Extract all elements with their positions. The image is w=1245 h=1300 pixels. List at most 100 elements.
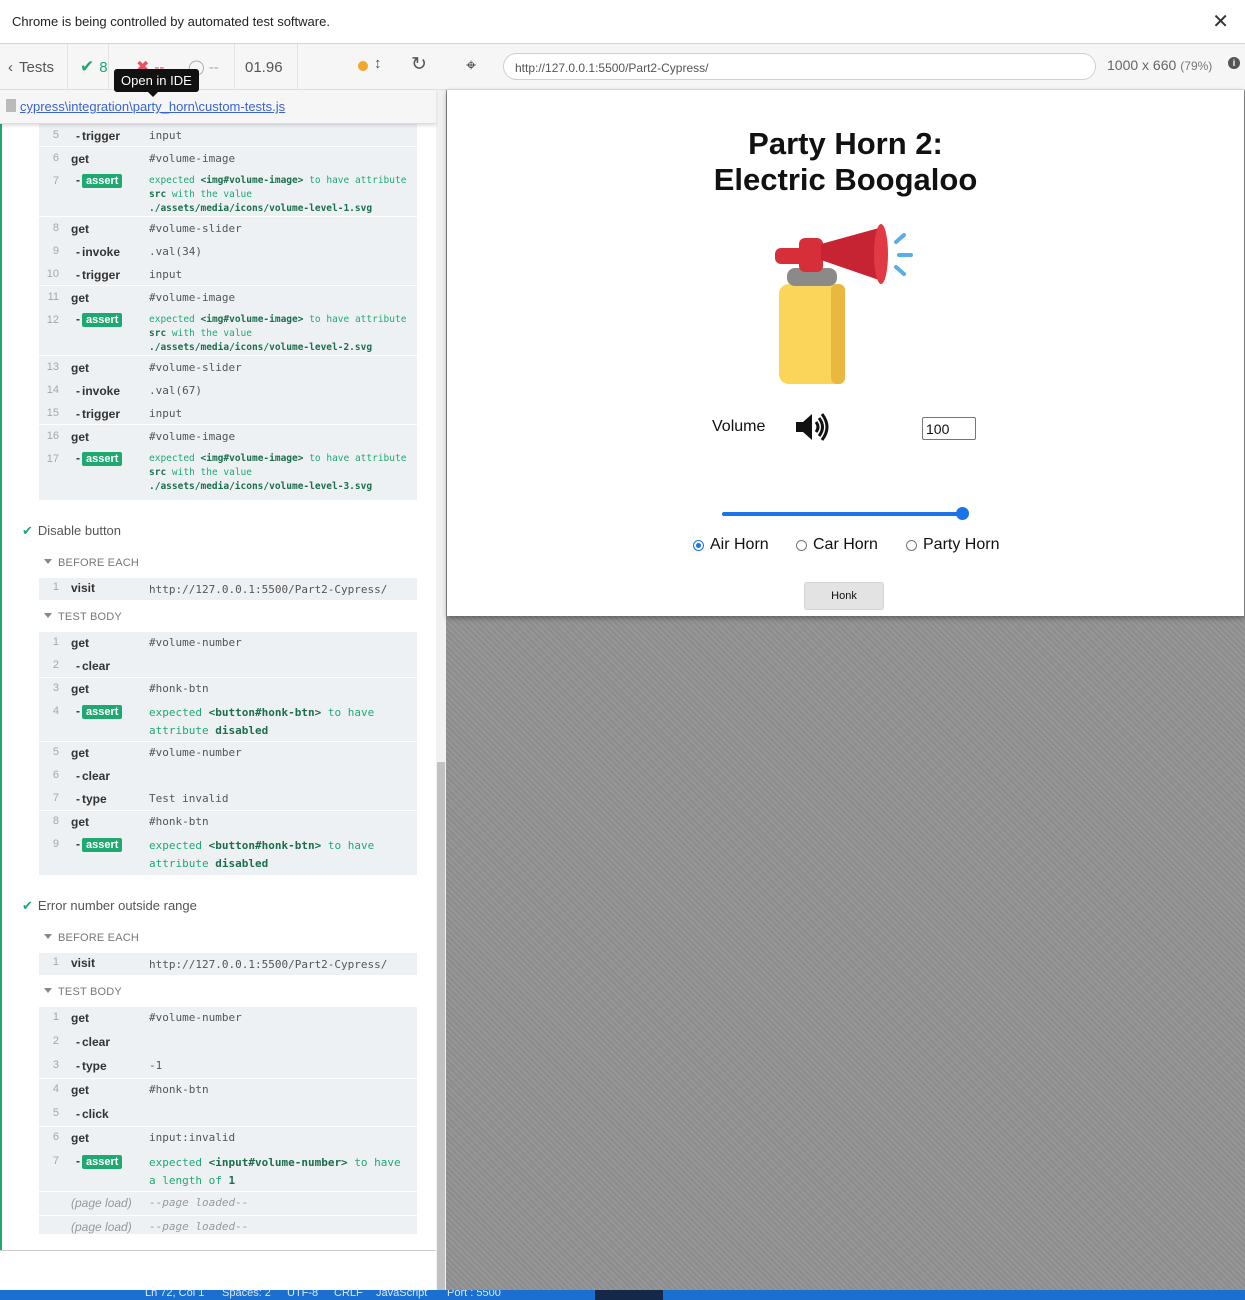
command-name: get <box>71 361 89 375</box>
command-row[interactable]: 9 - assert expected <button#honk-btn> to ha… <box>39 834 417 875</box>
radio-air-horn[interactable]: Air Horn <box>693 536 769 554</box>
command-row[interactable]: 1 visit http://127.0.0.1:5500/Part2-Cypr… <box>39 581 417 598</box>
status-encoding[interactable]: UTF-8 <box>287 1290 318 1299</box>
command-row[interactable]: 7 - assert expected <img#volume-image> to h… <box>39 170 417 217</box>
command-number: 17 <box>46 453 59 465</box>
dash-marker: - <box>76 704 80 718</box>
command-row[interactable]: 17 - assert expected <img#volume-image> to … <box>39 448 417 495</box>
spec-file-bar: cypress\integration\party_horn\custom-te… <box>0 90 436 124</box>
command-row[interactable]: (page load) --page loaded-- <box>39 1192 417 1216</box>
status-eol[interactable]: CRLF <box>334 1290 363 1299</box>
command-text: get <box>71 291 89 305</box>
command-row[interactable]: 3 - type -1 <box>39 1055 417 1079</box>
test-body-header[interactable]: TEST BODY <box>44 986 122 998</box>
radio-label: Air Horn <box>710 536 769 553</box>
command-message: #honk-btn <box>149 1083 209 1096</box>
party-horn-app: Party Horn 2:Electric Boogaloo Volume Ai… <box>447 90 1244 616</box>
assert-badge: assert <box>82 174 123 188</box>
volume-slider-thumb[interactable] <box>956 507 969 520</box>
command-text: trigger <box>82 268 121 282</box>
command-text: invoke <box>82 384 121 398</box>
status-cursor[interactable]: Ln 72, Col 1 <box>145 1290 204 1299</box>
volume-number-input[interactable] <box>922 417 976 440</box>
close-infobar-icon[interactable]: ✕ <box>1212 9 1229 34</box>
attribute-name: src <box>149 467 167 478</box>
auto-scroll-icon[interactable]: ↕ <box>374 55 382 72</box>
rerun-icon[interactable]: ↻ <box>411 53 427 76</box>
command-row[interactable]: 4 - assert expected <button#honk-btn> to ha… <box>39 701 417 742</box>
command-row[interactable]: 9 - invoke .val(34) <box>39 240 417 263</box>
command-row[interactable]: 10 - trigger input <box>39 263 417 286</box>
command-row[interactable]: 6 get #volume-image <box>39 147 417 170</box>
command-row[interactable]: 7 - assert expected <input#volume-number> t… <box>39 1151 417 1192</box>
volume-level-3-icon <box>796 413 829 441</box>
command-row[interactable]: 5 - trigger input <box>39 124 417 147</box>
honk-button[interactable]: Honk <box>804 582 884 610</box>
command-message: #volume-image <box>149 430 236 443</box>
tests-back-button[interactable]: ‹ Tests <box>0 44 68 90</box>
selector-playground-icon[interactable]: ⌖ <box>466 55 476 76</box>
test-body-header[interactable]: TEST BODY <box>44 611 122 623</box>
test-title-disable-button[interactable]: ✔ Disable button <box>22 523 121 539</box>
scrollbar-thumb[interactable] <box>437 762 445 1300</box>
command-row[interactable]: 1 get #volume-number <box>39 1007 417 1031</box>
command-row[interactable]: 2 - clear <box>39 1031 417 1055</box>
command-row[interactable]: 6 get input:invalid <box>39 1127 417 1151</box>
command-row[interactable]: 8 get #honk-btn <box>39 811 417 834</box>
before-each-header[interactable]: BEFORE EACH <box>44 932 139 944</box>
dash-marker: - <box>76 1059 80 1073</box>
radio-circle[interactable] <box>906 539 917 551</box>
status-indent[interactable]: Spaces: 2 <box>222 1290 271 1299</box>
command-name: get <box>71 1011 89 1025</box>
command-number: 5 <box>52 1107 59 1119</box>
command-row[interactable]: 12 - assert expected <img#volume-image> to … <box>39 309 417 356</box>
command-message: #honk-btn <box>149 815 209 828</box>
command-row[interactable]: 16 get #volume-image <box>39 425 417 448</box>
command-row[interactable]: 8 get #volume-slider <box>39 217 417 240</box>
status-port[interactable]: Port : 5500 <box>447 1290 501 1299</box>
command-name: get <box>71 1131 89 1145</box>
before-each-header[interactable]: BEFORE EACH <box>44 557 139 569</box>
viewport-size: 1000 x 660 (79%) <box>1107 57 1212 73</box>
command-row[interactable]: (page load) --page loaded-- <box>39 1216 417 1240</box>
command-row[interactable]: 5 - click <box>39 1103 417 1127</box>
command-text: get <box>71 1131 89 1145</box>
dash-marker: - <box>76 384 80 398</box>
info-icon[interactable]: i <box>1228 57 1240 69</box>
radio-party-horn[interactable]: Party Horn <box>906 536 999 554</box>
radio-circle[interactable] <box>693 539 704 551</box>
command-row[interactable]: 4 get #honk-btn <box>39 1079 417 1103</box>
pending-value: -- <box>208 58 219 76</box>
command-name: get <box>71 682 89 696</box>
command-row[interactable]: 14 - invoke .val(67) <box>39 379 417 402</box>
command-row[interactable]: 3 get #honk-btn <box>39 678 417 701</box>
assertion-text: to have <box>327 706 375 719</box>
command-row[interactable]: 1 get #volume-number <box>39 632 417 655</box>
command-name: - type <box>76 1059 107 1073</box>
command-row[interactable]: 13 get #volume-slider <box>39 356 417 379</box>
command-row[interactable]: 15 - trigger input <box>39 402 417 425</box>
reporter-scrollbar[interactable] <box>436 90 446 1300</box>
attribute-value: 1 <box>228 1174 236 1187</box>
command-number: 6 <box>52 1131 59 1143</box>
command-text: (page load) <box>71 1220 132 1234</box>
command-row[interactable]: 2 - clear <box>39 655 417 678</box>
url-bar[interactable]: http://127.0.0.1:5500/Part2-Cypress/ <box>503 53 1096 80</box>
radio-circle[interactable] <box>796 539 807 551</box>
command-text: get <box>71 682 89 696</box>
command-row[interactable]: 7 - type Test invalid <box>39 788 417 811</box>
command-number: 7 <box>52 175 59 187</box>
spec-file-link[interactable]: cypress\integration\party_horn\custom-te… <box>20 99 285 114</box>
command-row[interactable]: 1 visit http://127.0.0.1:5500/Part2-Cypr… <box>39 956 417 973</box>
command-row[interactable]: 11 get #volume-image <box>39 286 417 309</box>
radio-car-horn[interactable]: Car Horn <box>796 536 878 554</box>
assertion-text: attribute <box>149 724 209 737</box>
assertion-text: to have <box>354 1156 401 1169</box>
passed-count: ✔ 8 <box>80 44 109 90</box>
command-row[interactable]: 5 get #volume-number <box>39 742 417 765</box>
test-title-error-number[interactable]: ✔ Error number outside range <box>22 898 197 914</box>
volume-slider[interactable] <box>722 512 964 516</box>
command-row[interactable]: 6 - clear <box>39 765 417 788</box>
status-language[interactable]: JavaScript <box>376 1290 427 1299</box>
assertion-message: expected <img#volume-image> to have attr… <box>149 452 406 494</box>
